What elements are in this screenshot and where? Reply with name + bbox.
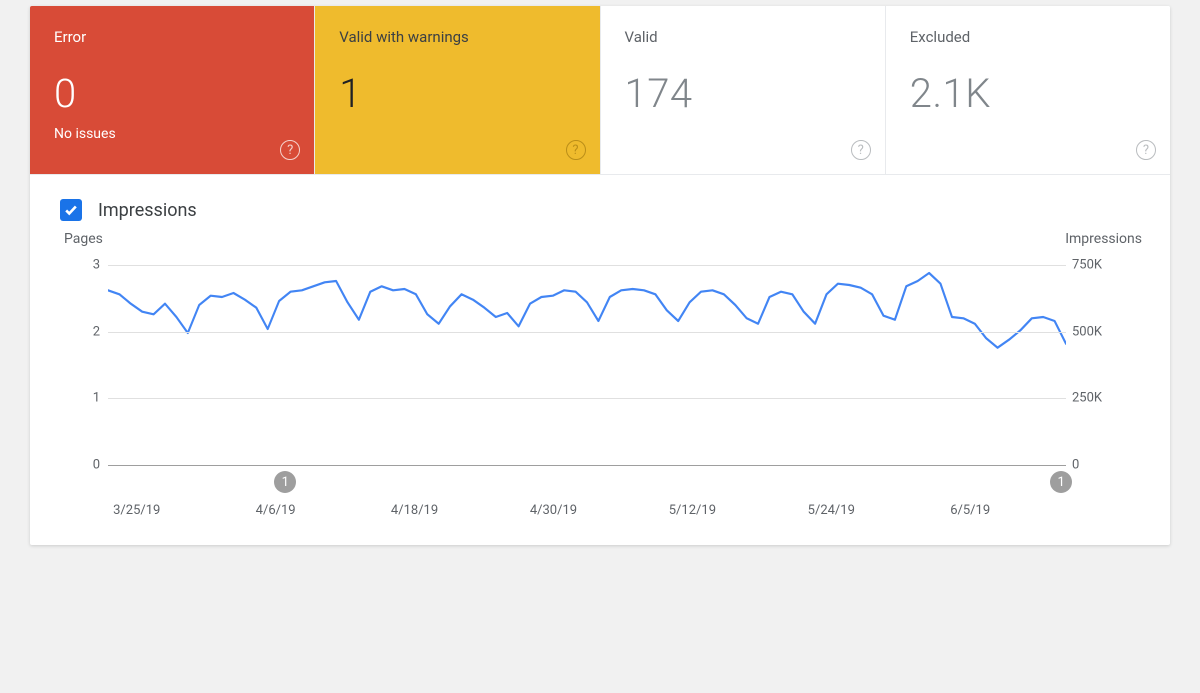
axis-title-right: Impressions <box>1065 231 1142 247</box>
y-axis-right-tick: 500K <box>1072 324 1122 339</box>
grid-line <box>108 265 1066 266</box>
tile-excluded-label: Excluded <box>910 28 1146 46</box>
tile-error-sub: No issues <box>54 126 290 142</box>
axis-title-left: Pages <box>64 231 103 247</box>
chart-controls: Impressions <box>30 175 1170 221</box>
x-axis-tick: 3/25/19 <box>113 503 160 518</box>
tile-warn-label: Valid with warnings <box>339 28 575 46</box>
y-axis-right-tick: 250K <box>1072 391 1122 406</box>
y-axis-left-tick: 0 <box>80 458 100 473</box>
tile-error-label: Error <box>54 28 290 46</box>
event-marker[interactable]: 1 <box>274 471 296 493</box>
x-axis-tick: 6/5/19 <box>950 503 990 518</box>
grid-line <box>108 398 1066 399</box>
chart-area: 001250K2500K3750K3/25/194/6/194/18/194/3… <box>108 265 1066 465</box>
y-axis-right-tick: 750K <box>1072 258 1122 273</box>
x-axis-tick: 4/6/19 <box>256 503 296 518</box>
chart-svg <box>108 265 1066 465</box>
tile-error-value: 0 <box>54 72 290 116</box>
x-axis-tick: 4/18/19 <box>391 503 438 518</box>
tile-valid-value: 174 <box>625 72 861 116</box>
tile-excluded[interactable]: Excluded 2.1K ? <box>886 6 1170 174</box>
grid-line <box>108 332 1066 333</box>
tile-warn-value: 1 <box>339 72 575 116</box>
y-axis-right-tick: 0 <box>1072 458 1122 473</box>
check-icon <box>64 203 78 217</box>
y-axis-left-tick: 3 <box>80 258 100 273</box>
x-axis-tick: 5/12/19 <box>669 503 716 518</box>
grid-line <box>108 465 1066 466</box>
tile-valid-with-warnings[interactable]: Valid with warnings 1 ? <box>315 6 600 174</box>
tile-excluded-value: 2.1K <box>910 72 1146 116</box>
status-tiles: Error 0 No issues ? Valid with warnings … <box>30 6 1170 175</box>
impressions-checkbox[interactable] <box>60 199 82 221</box>
y-axis-left-tick: 1 <box>80 391 100 406</box>
event-marker[interactable]: 1 <box>1050 471 1072 493</box>
tile-error[interactable]: Error 0 No issues ? <box>30 6 315 174</box>
impressions-line <box>108 273 1066 348</box>
x-axis-tick: 4/30/19 <box>530 503 577 518</box>
chart-wrap: Pages Impressions 001250K2500K3750K3/25/… <box>30 221 1170 545</box>
impressions-label: Impressions <box>98 200 197 221</box>
help-icon[interactable]: ? <box>566 140 586 160</box>
tile-valid[interactable]: Valid 174 ? <box>601 6 886 174</box>
help-icon[interactable]: ? <box>280 140 300 160</box>
y-axis-left-tick: 2 <box>80 324 100 339</box>
coverage-card: Error 0 No issues ? Valid with warnings … <box>30 6 1170 545</box>
help-icon[interactable]: ? <box>851 140 871 160</box>
help-icon[interactable]: ? <box>1136 140 1156 160</box>
x-axis-tick: 5/24/19 <box>808 503 855 518</box>
tile-valid-label: Valid <box>625 28 861 46</box>
